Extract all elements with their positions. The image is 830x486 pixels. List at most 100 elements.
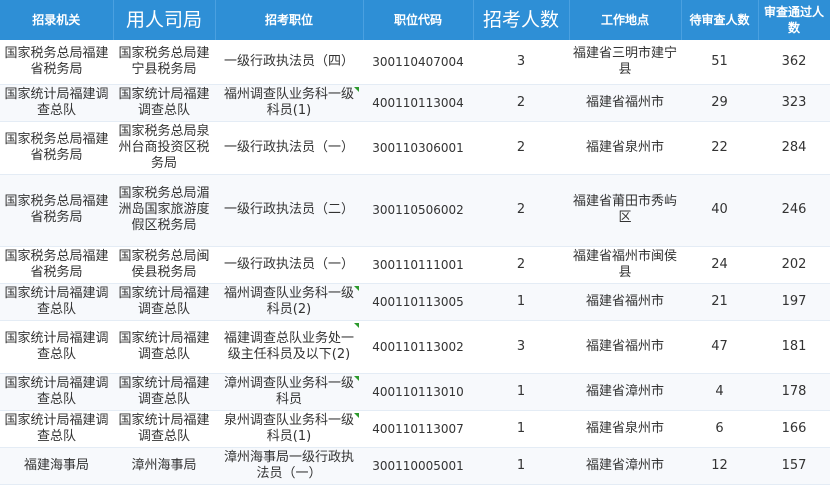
position-text: 漳州调查队业务科一级科员 [223,375,354,407]
cell-location: 福建省福州市 [569,283,681,321]
table-row: 国家统计局福建调查总队 国家统计局福建调查总队 福州调查队业务科一级科员(2) … [0,283,830,321]
cell-code: 300110111001 [363,246,473,284]
cell-code: 400110113007 [363,410,473,448]
cell-pending: 21 [681,283,758,321]
cell-pending: 29 [681,84,758,122]
cell-flag-icon [354,375,359,381]
cell-agency: 国家统计局福建调查总队 [0,84,113,122]
table-row: 国家统计局福建调查总队 国家统计局福建调查总队 漳州调查队业务科一级科员 400… [0,373,830,411]
header-pending: 待审查人数 [681,0,759,40]
cell-passed: 362 [758,40,830,85]
cell-agency: 福建海事局 [0,447,113,485]
cell-quota: 1 [473,373,569,411]
cell-quota: 3 [473,40,569,85]
cell-quota: 1 [473,447,569,485]
cell-passed: 157 [758,447,830,485]
position-text: 福建调查总队业务处一级主任科员及以下(2) [223,330,354,362]
table-row: 国家统计局福建调查总队 国家统计局福建调查总队 福建调查总队业务处一级主任科员及… [0,320,830,374]
cell-quota: 2 [473,121,569,175]
header-passed: 审查通过人数 [758,0,830,40]
cell-pending: 6 [681,410,758,448]
cell-unit: 国家统计局福建调查总队 [113,410,215,448]
cell-position: 一级行政执法员（一） [215,246,363,284]
table-body: 国家税务总局福建省税务局 国家税务总局建宁县税务局 一级行政执法员（四） 300… [0,40,830,485]
cell-position: 福州调查队业务科一级科员(1) [215,84,363,122]
position-text: 一级行政执法员（二） [223,202,354,217]
table-row: 福建海事局 漳州海事局 漳州海事局一级行政执法员（一） 300110005001… [0,447,830,485]
cell-location: 福建省莆田市秀屿区 [569,174,681,247]
cell-passed: 284 [758,121,830,175]
cell-agency: 国家税务总局福建省税务局 [0,121,113,175]
cell-unit: 国家统计局福建调查总队 [113,283,215,321]
table-row: 国家税务总局福建省税务局 国家税务总局湄洲岛国家旅游度假区税务局 一级行政执法员… [0,174,830,247]
cell-passed: 181 [758,320,830,374]
position-text: 漳州海事局一级行政执法员（一） [223,449,354,481]
header-code: 职位代码 [363,0,474,40]
position-text: 一级行政执法员（一） [223,139,354,155]
table-row: 国家税务总局福建省税务局 国家税务总局泉州台商投资区税务局 一级行政执法员（一）… [0,121,830,175]
cell-flag-icon [354,412,359,418]
cell-location: 福建省福州市 [569,320,681,374]
cell-unit: 国家税务总局泉州台商投资区税务局 [113,121,215,175]
cell-passed: 166 [758,410,830,448]
cell-passed: 323 [758,84,830,122]
position-text: 福州调查队业务科一级科员(2) [223,285,354,317]
cell-quota: 2 [473,174,569,247]
table-row: 国家税务总局福建省税务局 国家税务总局闽侯县税务局 一级行政执法员（一） 300… [0,246,830,284]
cell-code: 300110407004 [363,40,473,85]
position-text: 福州调查队业务科一级科员(1) [223,86,354,118]
cell-quota: 2 [473,246,569,284]
cell-unit: 国家税务总局湄洲岛国家旅游度假区税务局 [113,174,215,247]
position-text: 泉州调查队业务科一级科员(1) [223,412,354,444]
cell-position: 一级行政执法员（四） [215,40,363,85]
cell-position: 福建调查总队业务处一级主任科员及以下(2) [215,320,363,374]
cell-code: 400110113004 [363,84,473,122]
cell-flag-icon [354,285,359,291]
header-unit: 用人司局 [113,0,216,40]
cell-position: 漳州海事局一级行政执法员（一） [215,447,363,485]
table-row: 国家税务总局福建省税务局 国家税务总局建宁县税务局 一级行政执法员（四） 300… [0,40,830,85]
cell-agency: 国家统计局福建调查总队 [0,410,113,448]
cell-location: 福建省泉州市 [569,410,681,448]
cell-quota: 3 [473,320,569,374]
cell-location: 福建省福州市 [569,84,681,122]
cell-location: 福建省漳州市 [569,373,681,411]
cell-location: 福建省泉州市 [569,121,681,175]
cell-code: 300110005001 [363,447,473,485]
cell-position: 漳州调查队业务科一级科员 [215,373,363,411]
cell-quota: 2 [473,84,569,122]
position-text: 一级行政执法员（一） [223,256,354,272]
cell-quota: 1 [473,410,569,448]
cell-code: 300110306001 [363,121,473,175]
table-row: 国家统计局福建调查总队 国家统计局福建调查总队 泉州调查队业务科一级科员(1) … [0,410,830,448]
cell-position: 一级行政执法员（一） [215,121,363,175]
cell-agency: 国家税务总局福建省税务局 [0,40,113,85]
cell-unit: 国家统计局福建调查总队 [113,84,215,122]
cell-flag-icon [354,86,359,92]
cell-code: 400110113010 [363,373,473,411]
cell-unit: 国家税务总局建宁县税务局 [113,40,215,85]
cell-unit: 国家统计局福建调查总队 [113,320,215,374]
cell-passed: 197 [758,283,830,321]
cell-location: 福建省三明市建宁县 [569,40,681,85]
cell-agency: 国家税务总局福建省税务局 [0,246,113,284]
header-row: 招录机关 用人司局 招考职位 职位代码 招考人数 工作地点 待审查人数 审查通过… [0,0,830,40]
cell-position: 一级行政执法员（二） [215,174,363,247]
recruitment-table: 招录机关 用人司局 招考职位 职位代码 招考人数 工作地点 待审查人数 审查通过… [0,0,830,485]
cell-agency: 国家统计局福建调查总队 [0,283,113,321]
cell-agency: 国家统计局福建调查总队 [0,320,113,374]
cell-code: 300110506002 [363,174,473,247]
cell-agency: 国家统计局福建调查总队 [0,373,113,411]
cell-pending: 51 [681,40,758,85]
cell-passed: 246 [758,174,830,247]
cell-position: 泉州调查队业务科一级科员(1) [215,410,363,448]
header-location: 工作地点 [569,0,682,40]
cell-pending: 47 [681,320,758,374]
cell-location: 福建省福州市闽侯县 [569,246,681,284]
cell-position: 福州调查队业务科一级科员(2) [215,283,363,321]
cell-unit: 漳州海事局 [113,447,215,485]
cell-pending: 24 [681,246,758,284]
cell-location: 福建省漳州市 [569,447,681,485]
cell-passed: 178 [758,373,830,411]
cell-pending: 12 [681,447,758,485]
